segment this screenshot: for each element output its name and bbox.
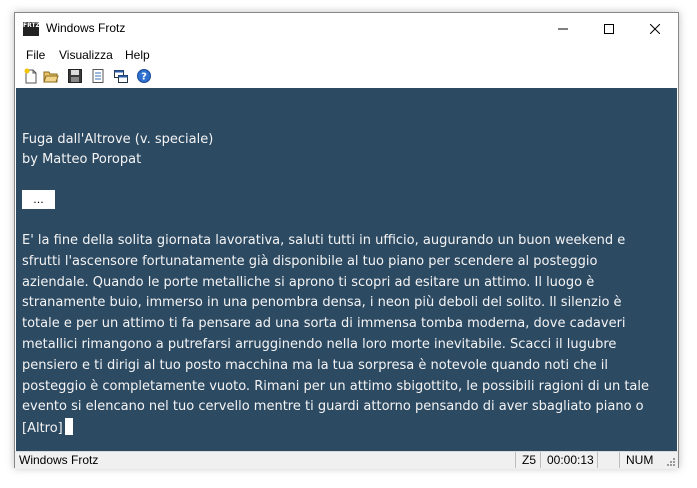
status-time: 00:00:13 [540, 452, 599, 468]
new-icon [24, 68, 37, 84]
story-author: by Matteo Poropat [22, 152, 142, 167]
open-button[interactable] [43, 68, 59, 84]
minimize-button[interactable] [540, 13, 586, 44]
close-icon [650, 23, 660, 34]
window-title: Windows Frotz [46, 21, 126, 35]
paragraph-line: evento si elencano nel tuo cervello ment… [22, 399, 644, 415]
paragraph-line: aziendale. Quando le porte metalliche si… [22, 274, 595, 290]
close-button[interactable] [632, 13, 678, 44]
paragraph-line: E' la fine della solita giornata lavorat… [22, 233, 626, 248]
paragraph-last-line: [Altro] [22, 418, 674, 440]
paragraph-line: sfrutti l'ascensore fortunatamente già d… [22, 253, 598, 269]
windows-button[interactable] [113, 68, 129, 84]
story-title: Fuga dall'Altrove (v. speciale) [22, 132, 214, 147]
menu-file[interactable]: File [26, 48, 45, 62]
story-paragraph: E' la fine della solita giornata lavorat… [22, 231, 674, 440]
menu-bar: File Visualizza Help [15, 45, 678, 65]
new-button[interactable] [23, 68, 39, 84]
paragraph-line: pensiero e ti dirigi al tuo posto macchi… [22, 357, 608, 373]
status-zversion: Z5 [515, 452, 542, 468]
title-bar[interactable]: FRTZ Windows Frotz [15, 13, 678, 45]
status-bar: Windows Frotz Z5 00:00:13 NUM [15, 451, 678, 469]
toolbar: ? [15, 65, 678, 87]
save-button[interactable] [67, 68, 83, 84]
more-prompt[interactable]: ... [22, 190, 55, 209]
frotz-app-icon[interactable]: FRTZ [23, 22, 40, 36]
paragraph-line: totale e per un attimo ti fa pensare ad … [22, 316, 626, 332]
windows-icon [114, 70, 128, 83]
maximize-button[interactable] [586, 13, 632, 44]
paragraph-line: metallici rimangono a putrefarsi arruggi… [22, 336, 617, 352]
minimize-icon [558, 28, 568, 29]
info-icon [92, 69, 104, 83]
help-button[interactable]: ? [136, 68, 152, 84]
status-num-lock: NUM [619, 452, 666, 468]
menu-visualizza[interactable]: Visualizza [59, 48, 113, 62]
maximize-icon [604, 23, 614, 34]
open-icon [43, 71, 59, 83]
svg-text:?: ? [141, 72, 147, 83]
info-button[interactable] [90, 68, 106, 84]
save-icon [68, 69, 82, 83]
status-app-name: Windows Frotz [19, 453, 99, 467]
paragraph-line: posteggio è completamente vuoto. Rimani … [22, 378, 649, 394]
paragraph-line: stranamente buio, immerso in una penombr… [22, 295, 622, 311]
text-cursor [64, 418, 73, 436]
app-window: FRTZ Windows Frotz File Visualizza Help [14, 12, 679, 469]
help-icon: ? [137, 69, 151, 83]
altro-prompt: [Altro] [22, 421, 63, 437]
game-text-area[interactable]: Fuga dall'Altrove (v. speciale) by Matte… [16, 88, 677, 451]
resize-grip-icon[interactable] [666, 457, 676, 467]
menu-help[interactable]: Help [125, 48, 150, 62]
